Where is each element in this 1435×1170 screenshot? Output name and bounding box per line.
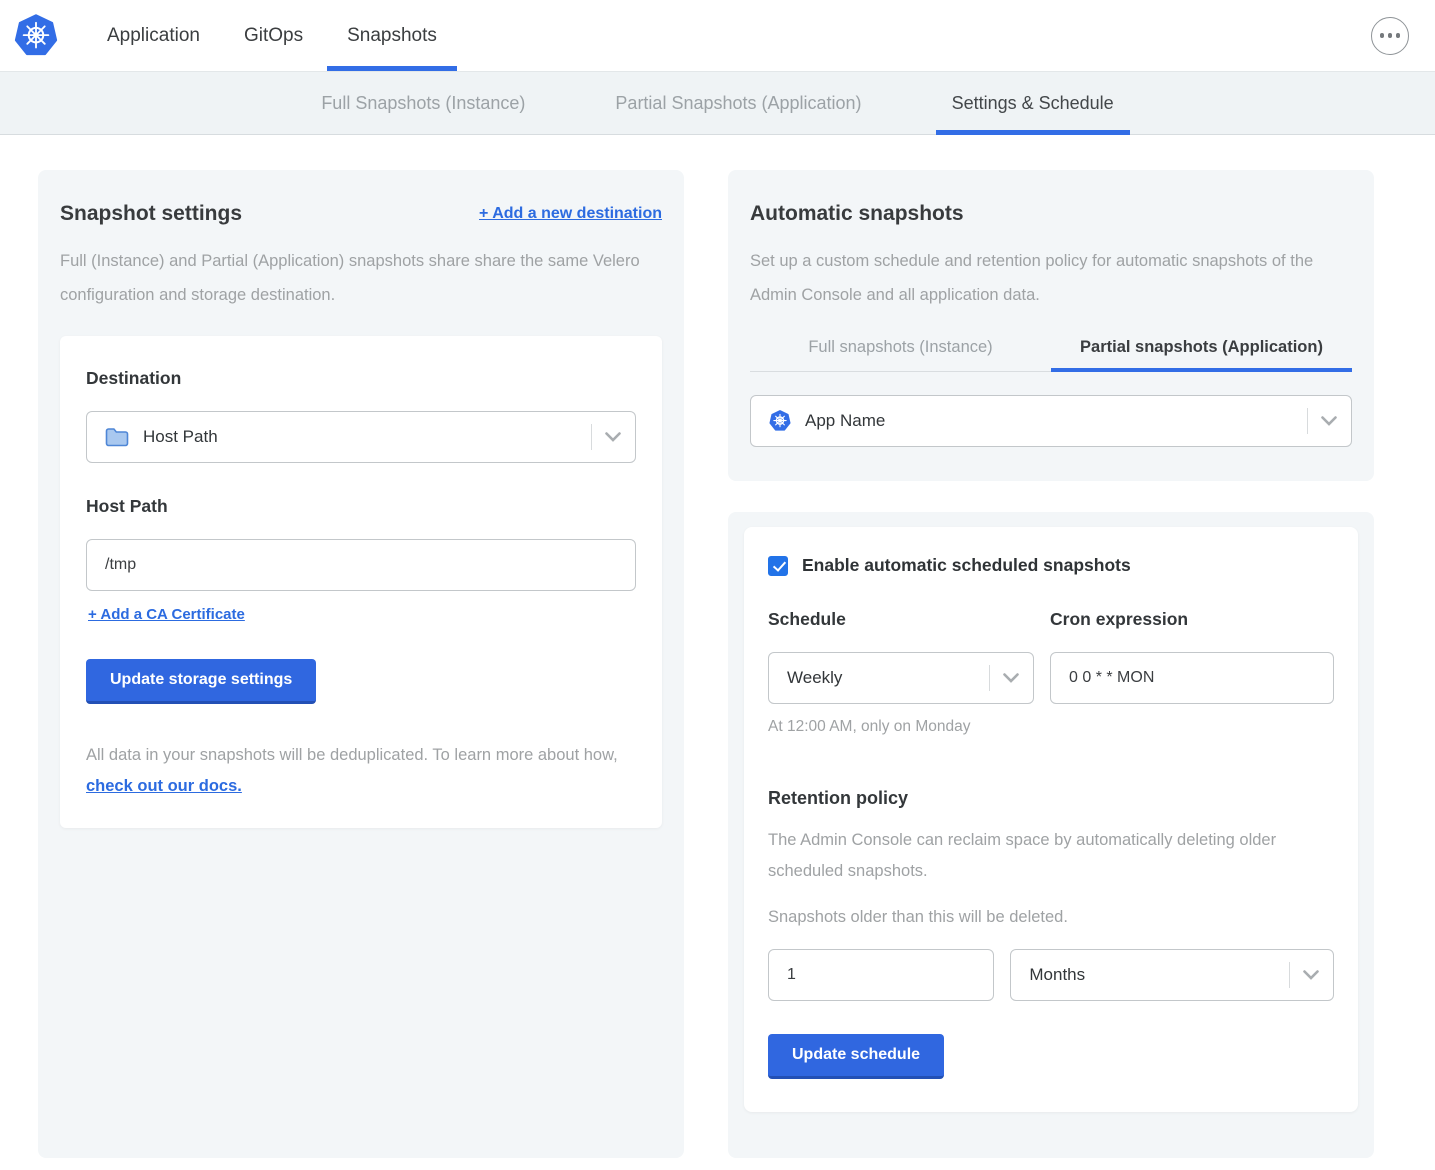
- tab-partial-snapshots-application[interactable]: Partial Snapshots (Application): [613, 72, 863, 134]
- select-divider: [989, 665, 990, 691]
- snapshot-settings-description: Full (Instance) and Partial (Application…: [60, 244, 650, 312]
- destination-label: Destination: [86, 368, 636, 389]
- chevron-down-icon: [1321, 416, 1337, 426]
- retention-policy-title: Retention policy: [768, 788, 1334, 809]
- schedule-card-outer: Enable automatic scheduled snapshots Sch…: [728, 512, 1374, 1158]
- snapshot-settings-card: Snapshot settings + Add a new destinatio…: [38, 170, 684, 1158]
- top-nav-items: Application GitOps Snapshots: [107, 0, 437, 71]
- nav-item-gitops[interactable]: GitOps: [244, 0, 303, 71]
- retention-unit-value: Months: [1029, 965, 1085, 985]
- tab-full-snapshots[interactable]: Full snapshots (Instance): [750, 338, 1051, 371]
- select-divider: [591, 424, 592, 450]
- tab-settings-schedule[interactable]: Settings & Schedule: [950, 72, 1116, 134]
- enable-snapshots-label: Enable automatic scheduled snapshots: [802, 555, 1131, 576]
- folder-icon: [105, 427, 129, 447]
- schedule-label: Schedule: [768, 609, 1034, 630]
- app-select[interactable]: App Name: [750, 395, 1352, 447]
- snapshot-settings-title: Snapshot settings: [60, 202, 242, 226]
- add-new-destination-link[interactable]: + Add a new destination: [479, 205, 662, 223]
- retention-unit-select[interactable]: Months: [1010, 949, 1334, 1001]
- host-path-block: Host Path: [86, 496, 636, 591]
- docs-link[interactable]: check out our docs.: [86, 777, 242, 795]
- select-affordance: [1307, 408, 1337, 434]
- select-divider: [1289, 962, 1290, 988]
- cron-expression-input[interactable]: [1050, 652, 1334, 704]
- schedule-selected-value: Weekly: [787, 668, 842, 688]
- destination-selected-value: Host Path: [143, 427, 218, 447]
- chevron-down-icon: [605, 432, 621, 442]
- automatic-snapshots-title: Automatic snapshots: [750, 194, 1352, 226]
- cron-expression-label: Cron expression: [1050, 609, 1334, 630]
- app-kubernetes-icon: [769, 410, 791, 432]
- host-path-input[interactable]: [86, 539, 636, 591]
- schedule-card: Enable automatic scheduled snapshots Sch…: [744, 527, 1358, 1112]
- schedule-interval-select[interactable]: Weekly: [768, 652, 1034, 704]
- dedupe-text: All data in your snapshots will be dedup…: [86, 746, 618, 764]
- automatic-snapshots-description: Set up a custom schedule and retention p…: [750, 244, 1340, 312]
- schedule-grid: Schedule Weekly: [768, 609, 1334, 704]
- dedupe-note: All data in your snapshots will be dedup…: [86, 740, 636, 802]
- snapshot-settings-header: Snapshot settings + Add a new destinatio…: [60, 194, 662, 226]
- retention-amount-input[interactable]: [768, 949, 994, 1001]
- tab-partial-snapshots[interactable]: Partial snapshots (Application): [1051, 338, 1352, 371]
- cron-column: Cron expression: [1050, 609, 1334, 704]
- select-affordance: [1289, 962, 1319, 988]
- retention-inputs-row: Months: [768, 949, 1334, 1001]
- ellipsis-icon: [1388, 33, 1393, 38]
- ellipsis-icon: [1396, 33, 1401, 38]
- automatic-snapshots-tabs: Full snapshots (Instance) Partial snapsh…: [750, 338, 1352, 372]
- enable-snapshots-checkbox[interactable]: [768, 556, 788, 576]
- chevron-down-icon: [1303, 970, 1319, 980]
- select-divider: [1307, 408, 1308, 434]
- destination-select[interactable]: Host Path: [86, 411, 636, 463]
- right-column: Automatic snapshots Set up a custom sche…: [728, 170, 1374, 1158]
- storage-settings-panel: Destination Host Path: [60, 336, 662, 828]
- left-column: Snapshot settings + Add a new destinatio…: [38, 170, 684, 1158]
- overflow-menu-button[interactable]: [1371, 17, 1409, 55]
- schedule-column: Schedule Weekly: [768, 609, 1034, 704]
- app-selected-value: App Name: [805, 411, 885, 431]
- nav-item-application[interactable]: Application: [107, 0, 200, 71]
- select-affordance: [591, 424, 621, 450]
- snapshots-subnav: Full Snapshots (Instance) Partial Snapsh…: [0, 71, 1435, 135]
- nav-item-snapshots[interactable]: Snapshots: [347, 0, 437, 71]
- automatic-snapshots-card: Automatic snapshots Set up a custom sche…: [728, 170, 1374, 481]
- select-affordance: [989, 665, 1019, 691]
- tab-full-snapshots-instance[interactable]: Full Snapshots (Instance): [319, 72, 527, 134]
- retention-hint: Snapshots older than this will be delete…: [768, 908, 1334, 927]
- chevron-down-icon: [1003, 673, 1019, 683]
- kubernetes-logo-icon: [14, 14, 58, 58]
- add-ca-certificate-link[interactable]: + Add a CA Certificate: [88, 606, 245, 623]
- update-storage-settings-button[interactable]: Update storage settings: [86, 659, 316, 704]
- host-path-label: Host Path: [86, 496, 636, 517]
- enable-snapshots-row: Enable automatic scheduled snapshots: [768, 555, 1334, 576]
- ellipsis-icon: [1380, 33, 1385, 38]
- cron-human-readable: At 12:00 AM, only on Monday: [768, 718, 1334, 736]
- update-schedule-button[interactable]: Update schedule: [768, 1034, 944, 1079]
- main-content: Snapshot settings + Add a new destinatio…: [0, 135, 1435, 1170]
- top-navigation: Application GitOps Snapshots: [0, 0, 1435, 71]
- snapshots-settings-page: Application GitOps Snapshots Full Snapsh…: [0, 0, 1435, 1170]
- retention-policy-description: The Admin Console can reclaim space by a…: [768, 825, 1298, 887]
